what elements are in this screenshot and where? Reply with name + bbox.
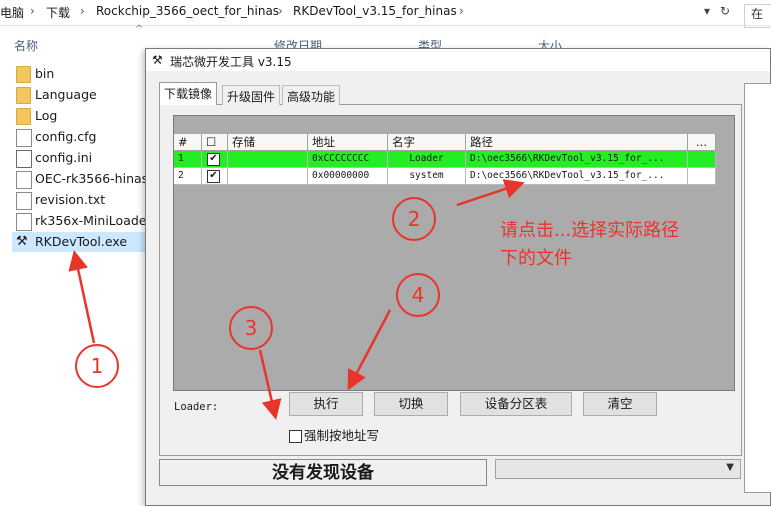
arrow-2 <box>456 179 525 207</box>
annotation-arrows <box>68 179 525 420</box>
arrow-1 <box>68 250 96 344</box>
step-marker: 2 <box>392 197 436 241</box>
step-marker: 4 <box>396 273 440 317</box>
annotation-hint: 请点击...选择实际路径 <box>500 220 680 241</box>
annotation-hint-line2: 下的文件 <box>500 248 572 269</box>
step-marker: 1 <box>75 344 119 388</box>
step-marker: 3 <box>229 306 273 350</box>
arrow-3 <box>258 349 282 420</box>
arrow-4 <box>347 309 392 391</box>
